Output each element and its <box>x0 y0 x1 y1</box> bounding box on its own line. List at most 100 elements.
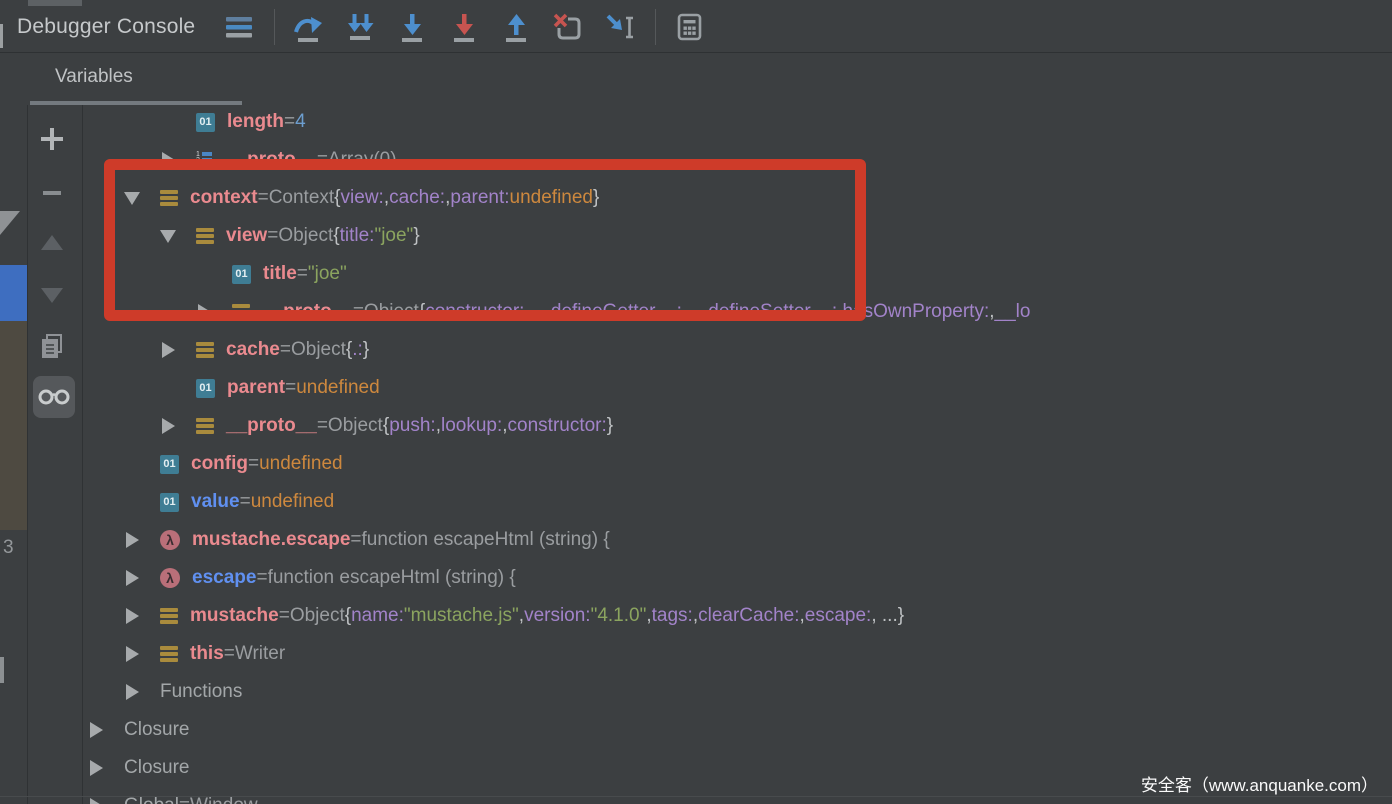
value-segment-key: __lo <box>994 301 1031 322</box>
glasses-icon <box>38 389 70 405</box>
expand-arrow-icon[interactable] <box>86 798 106 804</box>
value-segment-eq: = <box>256 567 268 588</box>
tab-variables[interactable]: Variables <box>55 53 133 101</box>
value-segment-type: Object <box>289 605 345 626</box>
value-segment-key: name: <box>351 605 404 626</box>
variable-row[interactable]: 01 length = 4 <box>83 103 1392 141</box>
value-segment-brace: } <box>362 339 370 360</box>
primitive-icon: 01 <box>160 454 179 474</box>
object-icon <box>160 645 178 663</box>
value-segment-pink: mustache.escape <box>192 529 351 550</box>
value-segment-num: 4 <box>295 111 306 132</box>
expand-arrow-icon[interactable] <box>122 684 142 700</box>
value-segment-key: .: <box>352 339 363 360</box>
value-segment-eq: = <box>285 377 297 398</box>
value-segment-blue: escape <box>192 567 257 588</box>
value-segment-eq: = <box>278 605 290 626</box>
variable-row[interactable]: 01 config = undefined <box>83 445 1392 483</box>
arrow-fragment-icon <box>0 211 20 235</box>
value-segment-pink: mustache <box>190 605 279 626</box>
selected-frame-fragment[interactable] <box>0 265 27 321</box>
bottom-divider <box>0 796 1392 797</box>
panel-block-fragment <box>0 321 27 530</box>
value-segment-brace: } <box>606 415 614 436</box>
debugger-toolbar: Debugger Console <box>0 0 1392 53</box>
value-segment-scope: Closure <box>124 757 190 778</box>
move-down-icon[interactable] <box>39 282 65 308</box>
variable-row[interactable]: cache = Object {.: } <box>83 331 1392 369</box>
value-segment-eq: = <box>284 111 296 132</box>
frame-number: 3 <box>3 537 14 558</box>
run-to-cursor-icon[interactable] <box>603 9 637 45</box>
edge-fragment <box>0 657 4 683</box>
value-segment-key: tags: <box>651 605 693 626</box>
variable-row[interactable]: this = Writer <box>83 635 1392 673</box>
value-segment-type: Object <box>327 415 383 436</box>
value-segment-str: "4.1.0" <box>590 605 647 626</box>
step-into-icon[interactable] <box>395 9 429 45</box>
value-segment-eq: = <box>239 491 251 512</box>
value-segment-type: Object <box>290 339 346 360</box>
value-segment-eq: = <box>279 339 291 360</box>
value-segment-pink: config <box>191 453 248 474</box>
value-segment-type: function escapeHtml (string) { <box>361 529 610 550</box>
value-segment-undef: undefined <box>250 491 335 512</box>
primitive-icon: 01 <box>196 112 215 132</box>
variable-row[interactable]: Functions <box>83 673 1392 711</box>
force-step-into-icon[interactable] <box>447 9 481 45</box>
variable-row[interactable]: λ mustache.escape = function escapeHtml (… <box>83 521 1392 559</box>
value-segment-type: function escapeHtml (string) { <box>267 567 516 588</box>
variable-row[interactable]: Closure <box>83 711 1392 749</box>
watermark: 安全客（www.anquanke.com） <box>1140 776 1378 795</box>
variable-row[interactable]: __proto__ = Object {push: , lookup: , co… <box>83 407 1392 445</box>
variable-row[interactable]: mustache = Object {name: "mustache.js", … <box>83 597 1392 635</box>
left-edge-fragment <box>0 24 3 48</box>
value-segment-key: constructor: <box>507 415 607 436</box>
smart-step-into-icon[interactable] <box>343 9 377 45</box>
duplicate-icon[interactable] <box>39 333 65 359</box>
value-segment-undef: undefined <box>259 453 343 474</box>
expand-arrow-icon[interactable] <box>158 342 178 358</box>
value-segment-type: Writer <box>234 643 286 664</box>
expand-arrow-icon[interactable] <box>122 532 142 548</box>
value-segment-eq: = <box>223 643 235 664</box>
variable-row[interactable]: 01 value = undefined <box>83 483 1392 521</box>
value-segment-undef: undefined <box>296 377 380 398</box>
watches-toolbar <box>28 105 83 804</box>
show-watches-button[interactable] <box>33 376 75 418</box>
add-watch-icon[interactable] <box>39 126 65 152</box>
expand-arrow-icon[interactable] <box>86 722 106 738</box>
object-icon <box>160 607 178 625</box>
value-segment-brace: , ...} <box>871 605 905 626</box>
left-panel-fragment: 3 <box>0 105 28 804</box>
value-segment-eq: = <box>350 529 362 550</box>
debug-tabbar: Variables <box>0 53 1392 105</box>
variable-row[interactable]: 01 parent = undefined <box>83 369 1392 407</box>
step-out-icon[interactable] <box>499 9 533 45</box>
step-over-icon[interactable] <box>291 9 325 45</box>
expand-arrow-icon[interactable] <box>158 418 178 434</box>
variable-row[interactable]: λ escape = function escapeHtml (string) { <box>83 559 1392 597</box>
value-segment-key: clearCache: <box>698 605 800 626</box>
value-segment-scope: Closure <box>124 719 190 740</box>
value-segment-pink: __proto__ <box>226 415 317 436</box>
value-segment-key: push: <box>389 415 436 436</box>
remove-watch-icon[interactable] <box>39 180 65 206</box>
panel-title: Debugger Console <box>17 15 196 38</box>
hamburger-menu-icon[interactable] <box>222 9 256 45</box>
value-segment-eq: = <box>248 453 260 474</box>
value-segment-eq: = <box>316 415 328 436</box>
expand-arrow-icon[interactable] <box>86 760 106 776</box>
evaluate-expression-icon[interactable] <box>672 9 706 45</box>
function-icon: λ <box>160 568 180 588</box>
primitive-icon: 01 <box>160 492 179 512</box>
primitive-icon: 01 <box>196 378 215 398</box>
toolbar-separator <box>274 9 275 45</box>
expand-arrow-icon[interactable] <box>122 608 142 624</box>
expand-arrow-icon[interactable] <box>122 570 142 586</box>
annotation-rectangle <box>104 159 866 321</box>
expand-arrow-icon[interactable] <box>122 646 142 662</box>
drop-frame-icon[interactable] <box>551 9 585 45</box>
value-segment-key: lookup: <box>440 415 503 436</box>
move-up-icon[interactable] <box>39 230 65 256</box>
